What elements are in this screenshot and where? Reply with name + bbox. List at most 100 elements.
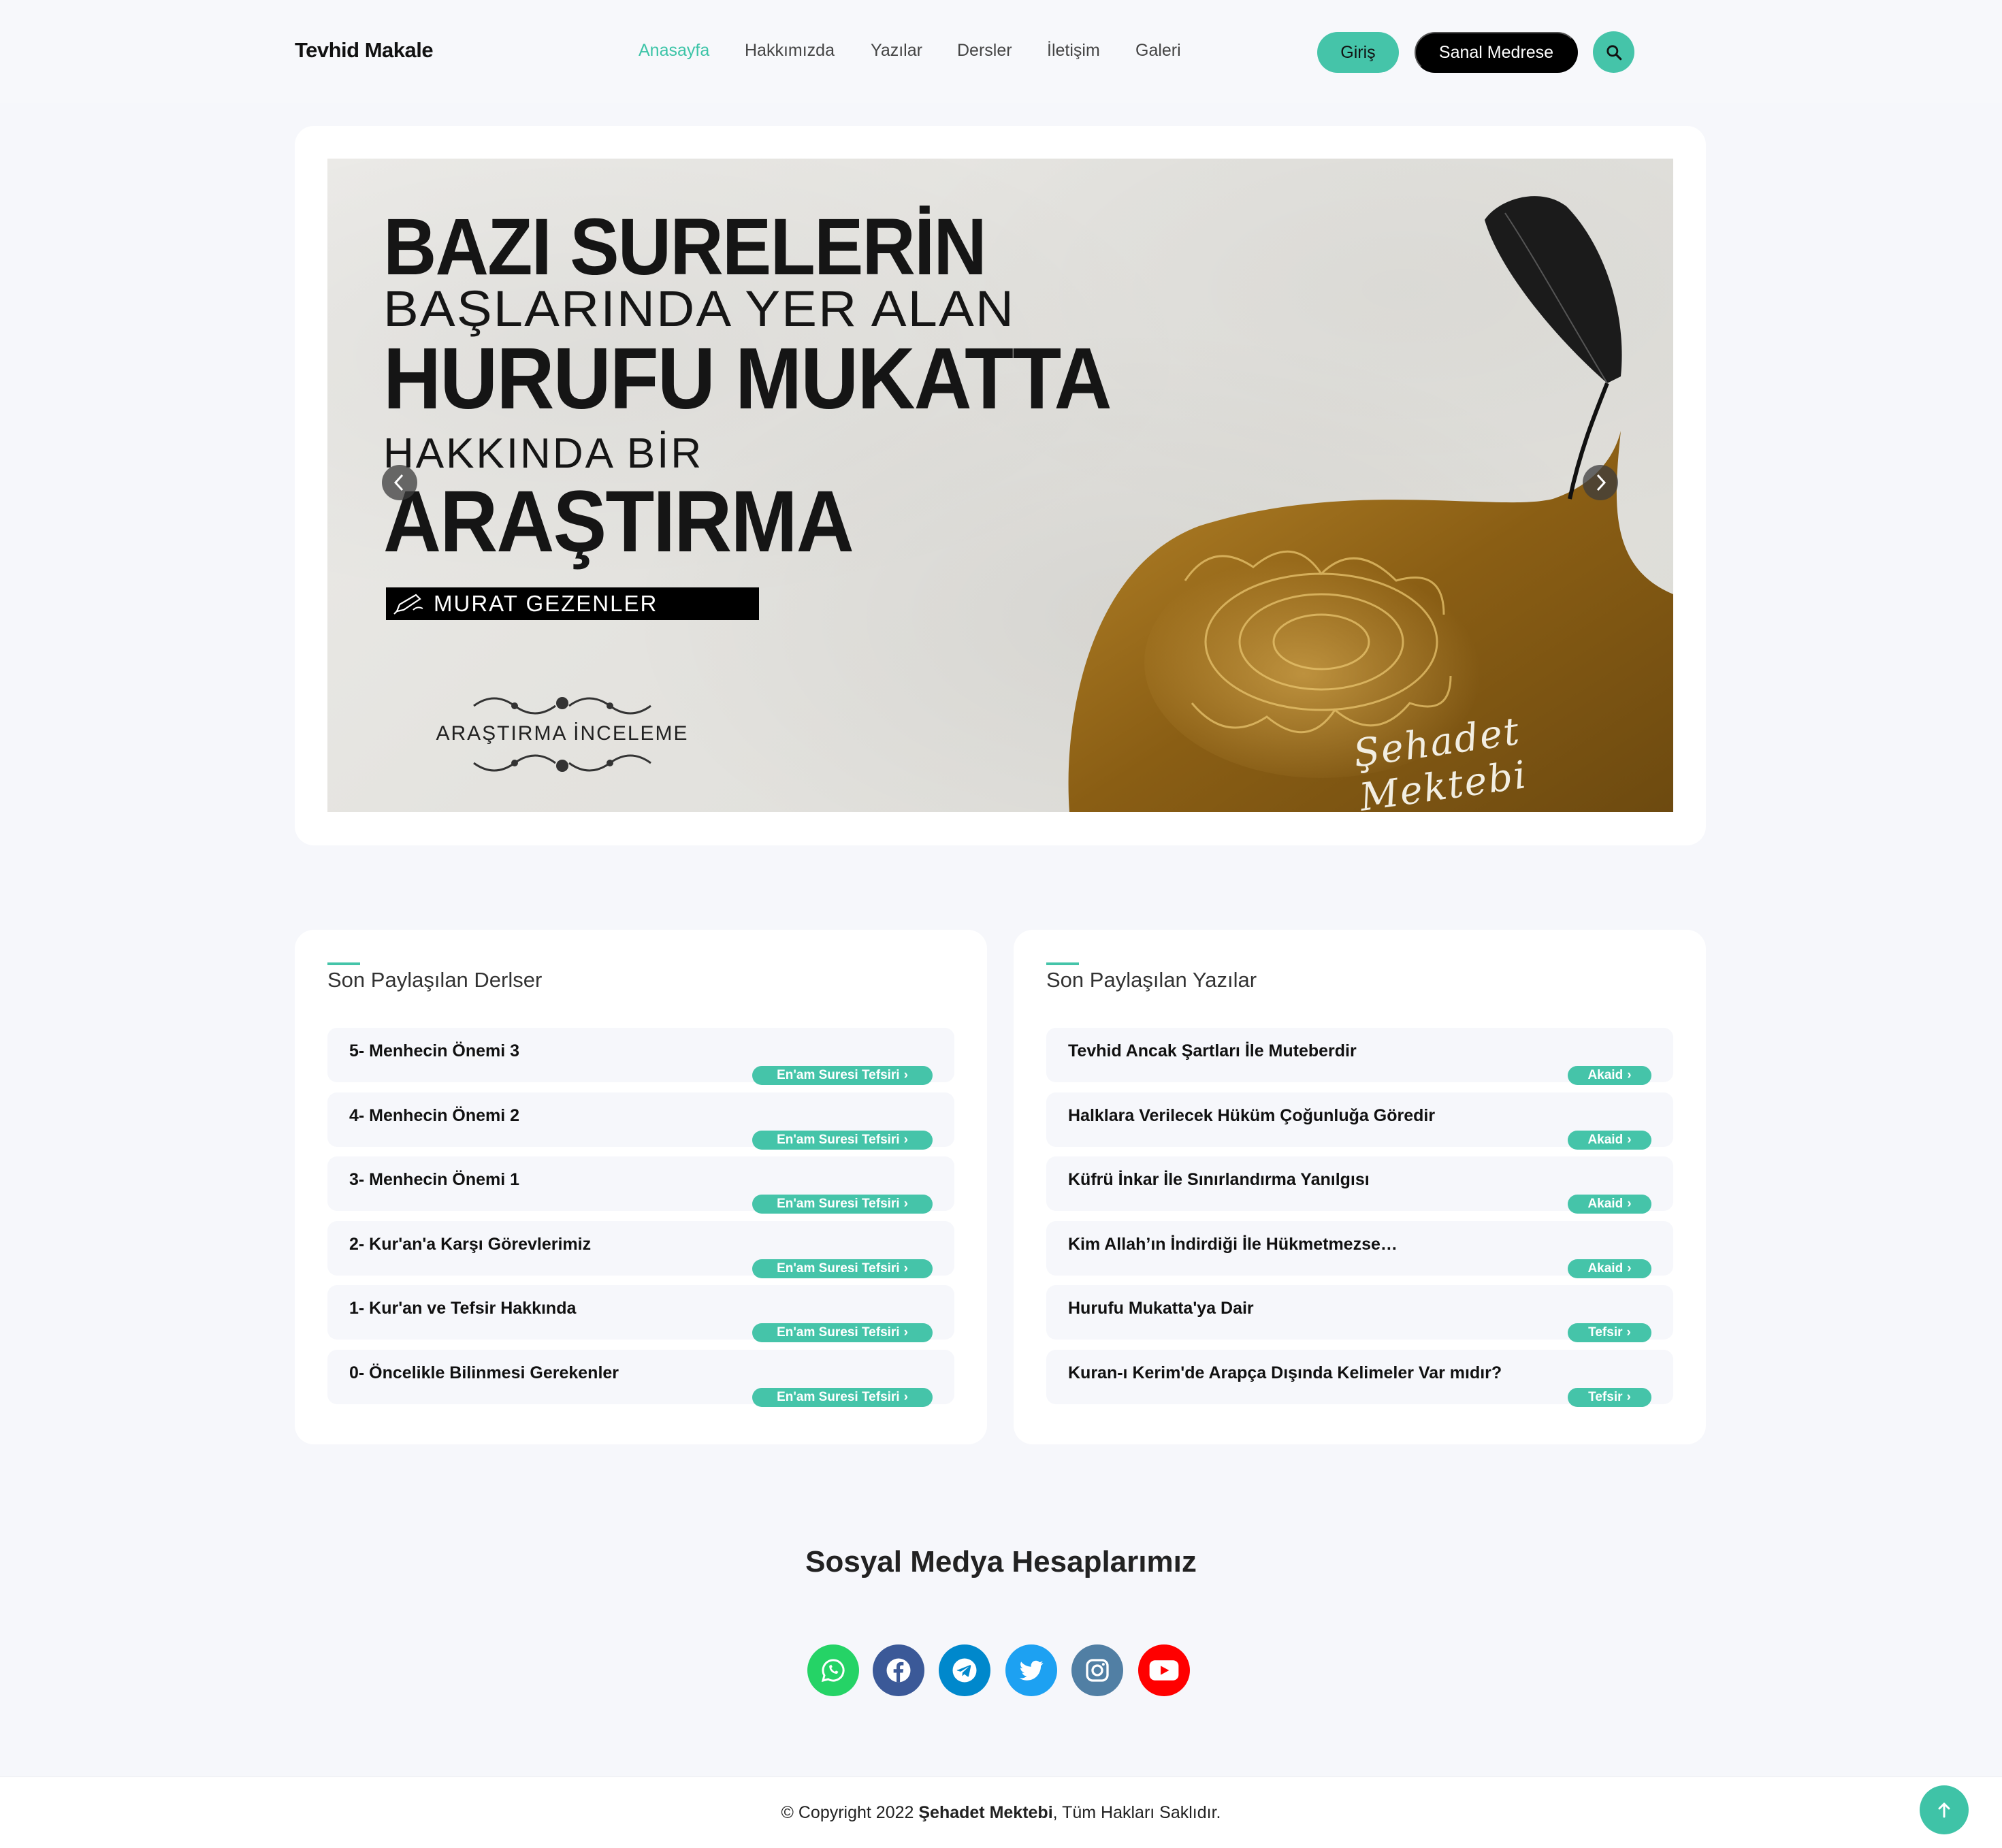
list-item-title[interactable]: Halklara Verilecek Hüküm Çoğunluğa Göred… xyxy=(1068,1106,1435,1126)
list-item-title[interactable]: 0- Öncelikle Bilinmesi Gerekenler xyxy=(349,1363,619,1383)
nav-galeri[interactable]: Galeri xyxy=(1135,41,1181,61)
nav-anasayfa[interactable]: Anasayfa xyxy=(639,41,709,61)
list-item-title[interactable]: Kuran-ı Kerim'de Arapça Dışında Kelimele… xyxy=(1068,1363,1502,1383)
category-ornament: ARAŞTIRMA İNCELEME xyxy=(402,690,722,778)
list-item-title[interactable]: Küfrü İnkar İle Sınırlandırma Yanılgısı xyxy=(1068,1170,1370,1190)
chevron-right-icon: › xyxy=(1626,1389,1631,1404)
list-item[interactable]: Kuran-ı Kerim'de Arapça Dışında Kelimele… xyxy=(1046,1349,1673,1407)
banner-line-5: ARAŞTIRMA xyxy=(383,473,854,570)
site-footer: © Copyright 2022 Şehadet Mektebi, Tüm Ha… xyxy=(0,1777,2002,1848)
chevron-right-icon: › xyxy=(1627,1132,1632,1147)
banner-line-4: HAKKINDA BİR xyxy=(383,430,704,477)
recent-articles-panel: Son Paylaşılan Yazılar Tevhid Ancak Şart… xyxy=(1014,930,1706,1444)
category-tag[interactable]: En'am Suresi Tefsiri › xyxy=(752,1195,933,1214)
list-item[interactable]: 4- Menhecin Önemi 2 En'am Suresi Tefsiri… xyxy=(327,1092,954,1150)
social-links xyxy=(0,1644,2002,1698)
slider-prev-button[interactable] xyxy=(382,465,417,500)
list-item-title[interactable]: 1- Kur'an ve Tefsir Hakkında xyxy=(349,1299,576,1318)
scroll-to-top-button[interactable] xyxy=(1920,1785,1969,1834)
chevron-right-icon: › xyxy=(1626,1325,1631,1340)
category-tag[interactable]: Tefsir › xyxy=(1568,1387,1651,1407)
author-badge: MURAT GEZENLER xyxy=(386,587,759,620)
slider-next-button[interactable] xyxy=(1583,465,1618,500)
chevron-left-icon xyxy=(393,474,404,491)
telegram-link[interactable] xyxy=(939,1644,990,1696)
whatsapp-icon xyxy=(821,1659,845,1683)
list-item-title[interactable]: 4- Menhecin Önemi 2 xyxy=(349,1106,519,1126)
list-item[interactable]: Tevhid Ancak Şartları İle Muteberdir Aka… xyxy=(1046,1028,1673,1085)
facebook-link[interactable] xyxy=(873,1644,924,1696)
list-item[interactable]: Kim Allah’ın İndirdiği İle Hükmetmezse… … xyxy=(1046,1220,1673,1278)
list-item[interactable]: Hurufu Mukatta'ya Dair Tefsir › xyxy=(1046,1285,1673,1342)
category-tag[interactable]: Akaid › xyxy=(1568,1066,1651,1085)
main-nav: Anasayfa Hakkımızda Yazılar Dersler İlet… xyxy=(0,41,2002,64)
category-tag[interactable]: En'am Suresi Tefsiri › xyxy=(752,1387,933,1407)
chevron-right-icon xyxy=(1596,474,1607,491)
category-label: ARAŞTIRMA İNCELEME xyxy=(436,722,689,745)
list-item-title[interactable]: 2- Kur'an'a Karşı Görevlerimiz xyxy=(349,1235,591,1254)
youtube-link[interactable] xyxy=(1138,1644,1190,1696)
list-item[interactable]: 0- Öncelikle Bilinmesi Gerekenler En'am … xyxy=(327,1349,954,1407)
list-item[interactable]: Halklara Verilecek Hüküm Çoğunluğa Göred… xyxy=(1046,1092,1673,1150)
hero-banner[interactable]: BAZI SURELERİN BAŞLARINDA YER ALAN HURUF… xyxy=(327,159,1673,812)
list-item[interactable]: 2- Kur'an'a Karşı Görevlerimiz En'am Sur… xyxy=(327,1220,954,1278)
category-tag[interactable]: En'am Suresi Tefsiri › xyxy=(752,1130,933,1150)
search-icon xyxy=(1606,44,1621,60)
chevron-right-icon: › xyxy=(903,1325,908,1340)
nav-iletisim[interactable]: İletişim xyxy=(1047,41,1100,61)
chevron-right-icon: › xyxy=(1627,1197,1632,1211)
nav-yazilar[interactable]: Yazılar xyxy=(871,41,922,61)
footer-org-name[interactable]: Şehadet Mektebi xyxy=(918,1803,1052,1822)
list-item[interactable]: 5- Menhecin Önemi 3 En'am Suresi Tefsiri… xyxy=(327,1028,954,1085)
category-tag[interactable]: Akaid › xyxy=(1568,1195,1651,1214)
chevron-right-icon: › xyxy=(1627,1261,1632,1276)
lessons-list: 5- Menhecin Önemi 3 En'am Suresi Tefsiri… xyxy=(327,1028,954,1414)
panel-accent-bar xyxy=(1046,962,1079,965)
facebook-icon xyxy=(886,1658,911,1683)
login-button[interactable]: Giriş xyxy=(1317,32,1399,73)
ornament-bottom-icon xyxy=(473,754,651,772)
category-tag[interactable]: En'am Suresi Tefsiri › xyxy=(752,1259,933,1278)
category-tag[interactable]: En'am Suresi Tefsiri › xyxy=(752,1323,933,1342)
category-tag[interactable]: En'am Suresi Tefsiri › xyxy=(752,1066,933,1085)
copyright-text: © Copyright 2022 Şehadet Mektebi, Tüm Ha… xyxy=(781,1803,1221,1822)
chevron-right-icon: › xyxy=(903,1068,908,1082)
instagram-link[interactable] xyxy=(1071,1644,1123,1696)
recent-lessons-panel: Son Paylaşılan Derlser 5- Menhecin Önemi… xyxy=(295,930,987,1444)
telegram-icon xyxy=(952,1658,977,1683)
ornament-top-icon xyxy=(473,697,651,715)
site-header: Tevhid Makale Anasayfa Hakkımızda Yazıla… xyxy=(0,0,2002,103)
category-tag[interactable]: Tefsir › xyxy=(1568,1323,1651,1342)
social-section-title: Sosyal Medya Hesaplarımız xyxy=(805,1545,1197,1578)
list-item-title[interactable]: Tevhid Ancak Şartları İle Muteberdir xyxy=(1068,1041,1357,1061)
panel-title: Son Paylaşılan Derlser xyxy=(327,968,543,992)
category-tag[interactable]: Akaid › xyxy=(1568,1130,1651,1150)
chevron-right-icon: › xyxy=(903,1261,908,1276)
list-item[interactable]: 3- Menhecin Önemi 1 En'am Suresi Tefsiri… xyxy=(327,1156,954,1214)
list-item-title[interactable]: Hurufu Mukatta'ya Dair xyxy=(1068,1299,1254,1318)
chevron-right-icon: › xyxy=(903,1197,908,1211)
chevron-right-icon: › xyxy=(903,1132,908,1147)
chevron-right-icon: › xyxy=(1627,1068,1632,1082)
category-tag[interactable]: Akaid › xyxy=(1568,1259,1651,1278)
hero-slider-card: BAZI SURELERİN BAŞLARINDA YER ALAN HURUF… xyxy=(295,126,1706,845)
panel-title: Son Paylaşılan Yazılar xyxy=(1046,968,1257,992)
nav-hakkimizda[interactable]: Hakkımızda xyxy=(745,41,835,61)
instagram-icon xyxy=(1086,1659,1109,1682)
list-item-title[interactable]: 5- Menhecin Önemi 3 xyxy=(349,1041,519,1061)
nav-dersler[interactable]: Dersler xyxy=(957,41,1012,61)
articles-list: Tevhid Ancak Şartları İle Muteberdir Aka… xyxy=(1046,1028,1673,1414)
list-item[interactable]: Küfrü İnkar İle Sınırlandırma Yanılgısı … xyxy=(1046,1156,1673,1214)
panel-accent-bar xyxy=(327,962,360,965)
banner-line-3: HURUFU MUKATTA xyxy=(383,330,1112,427)
youtube-icon xyxy=(1149,1660,1179,1681)
list-item-title[interactable]: Kim Allah’ın İndirdiği İle Hükmetmezse… xyxy=(1068,1235,1398,1254)
list-item[interactable]: 1- Kur'an ve Tefsir Hakkında En'am Sures… xyxy=(327,1285,954,1342)
twitter-icon xyxy=(1019,1660,1044,1681)
list-item-title[interactable]: 3- Menhecin Önemi 1 xyxy=(349,1170,519,1190)
whatsapp-link[interactable] xyxy=(807,1644,859,1696)
twitter-link[interactable] xyxy=(1005,1644,1057,1696)
search-button[interactable] xyxy=(1593,31,1634,73)
arrow-up-icon xyxy=(1938,1802,1950,1818)
sanal-medrese-button[interactable]: Sanal Medrese xyxy=(1415,32,1578,73)
